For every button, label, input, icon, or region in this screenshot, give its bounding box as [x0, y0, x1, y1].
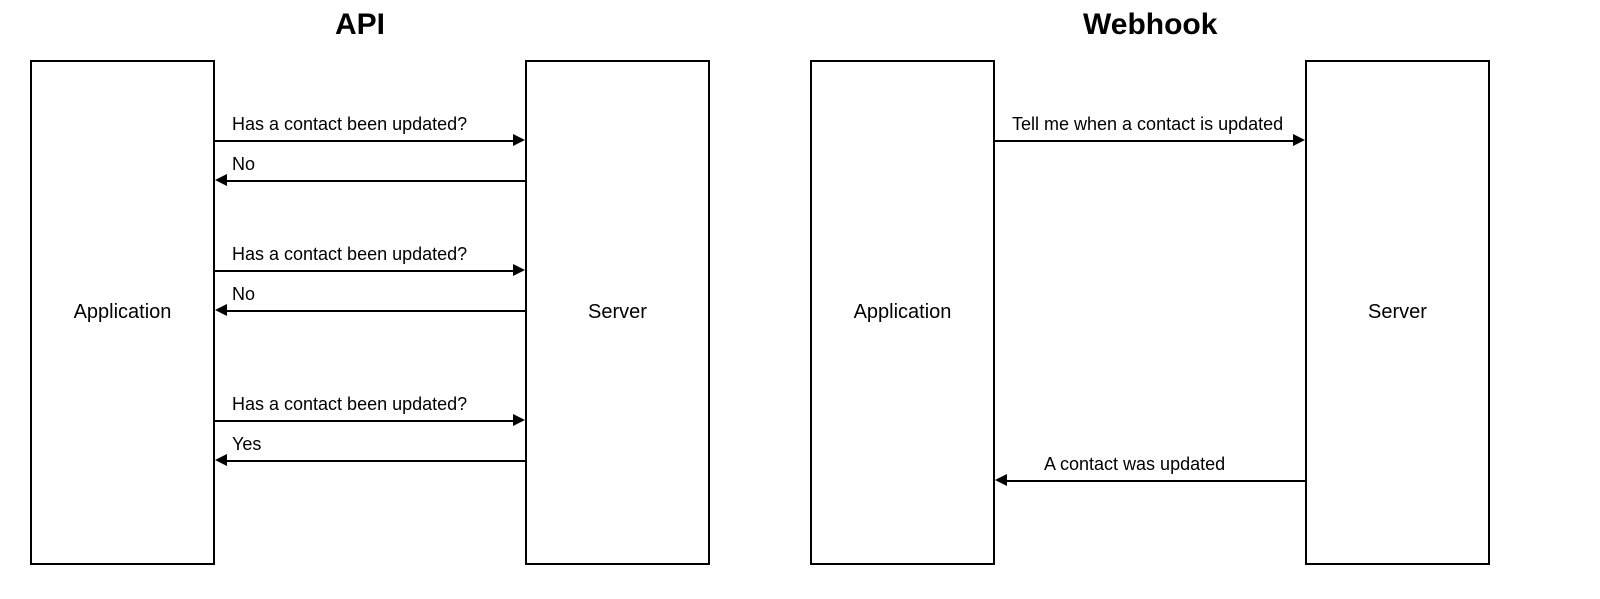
api-arrow-1-label: No — [232, 154, 255, 175]
api-arrow-3-head — [215, 304, 227, 316]
api-application-box: Application — [30, 60, 215, 565]
diagram-canvas: API Webhook Application Server Applicati… — [0, 0, 1600, 599]
api-title: API — [335, 8, 385, 42]
webhook-arrow-0-head — [1293, 134, 1305, 146]
api-server-label: Server — [588, 301, 647, 324]
api-arrow-0-line — [215, 140, 513, 142]
api-arrow-2-line — [215, 270, 513, 272]
api-arrow-3-line — [227, 310, 525, 312]
webhook-arrow-1-head — [995, 474, 1007, 486]
api-server-box: Server — [525, 60, 710, 565]
api-arrow-5-head — [215, 454, 227, 466]
api-arrow-2-label: Has a contact been updated? — [232, 244, 467, 265]
api-arrow-1-head — [215, 174, 227, 186]
api-arrow-5-label: Yes — [232, 434, 261, 455]
webhook-application-label: Application — [854, 301, 952, 324]
api-arrow-0-label: Has a contact been updated? — [232, 114, 467, 135]
webhook-arrow-1-line — [1007, 480, 1305, 482]
api-arrow-5-line — [227, 460, 525, 462]
webhook-arrow-0-line — [995, 140, 1293, 142]
api-arrow-2-head — [513, 264, 525, 276]
webhook-arrow-1-label: A contact was updated — [1044, 454, 1225, 475]
api-arrow-4-label: Has a contact been updated? — [232, 394, 467, 415]
api-arrow-4-head — [513, 414, 525, 426]
api-application-label: Application — [74, 301, 172, 324]
webhook-server-label: Server — [1368, 301, 1427, 324]
webhook-server-box: Server — [1305, 60, 1490, 565]
api-arrow-4-line — [215, 420, 513, 422]
webhook-application-box: Application — [810, 60, 995, 565]
webhook-title: Webhook — [1083, 8, 1217, 42]
api-arrow-1-line — [227, 180, 525, 182]
api-arrow-3-label: No — [232, 284, 255, 305]
webhook-arrow-0-label: Tell me when a contact is updated — [1012, 114, 1283, 135]
api-arrow-0-head — [513, 134, 525, 146]
